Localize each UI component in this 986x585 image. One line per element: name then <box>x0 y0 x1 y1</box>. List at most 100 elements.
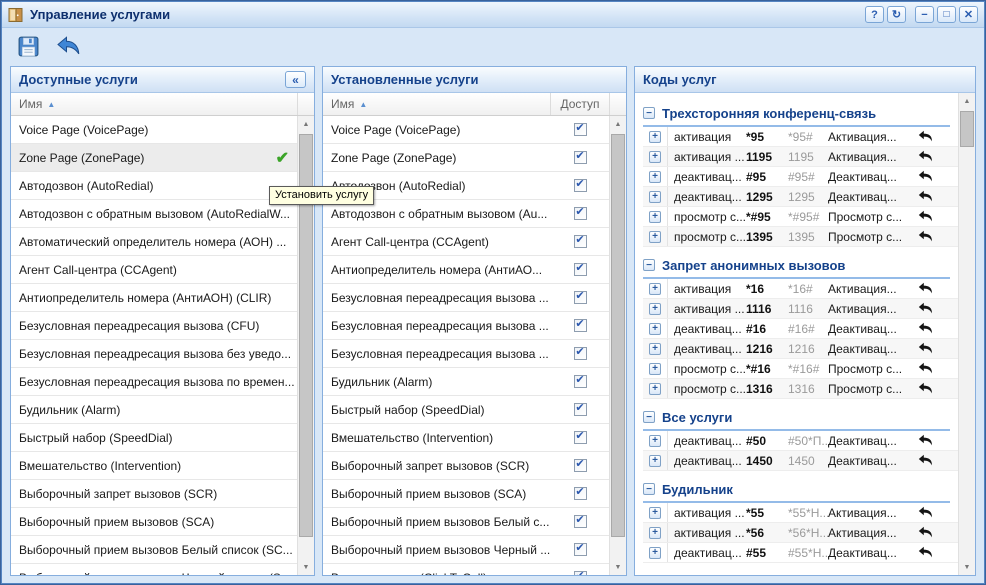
expand-row-icon[interactable]: + <box>649 363 661 375</box>
expand-row-icon[interactable]: + <box>649 231 661 243</box>
collapse-group-icon[interactable]: − <box>643 259 655 271</box>
available-service-row[interactable]: Выборочный запрет вызовов (SCR) <box>11 480 297 508</box>
installed-service-row[interactable]: Безусловная переадресация вызова ...✔ <box>323 340 609 368</box>
undo-code-button[interactable] <box>914 434 938 447</box>
access-checkbox[interactable]: ✔ <box>574 375 587 388</box>
access-checkbox[interactable]: ✔ <box>574 207 587 220</box>
access-checkbox[interactable]: ✔ <box>574 319 587 332</box>
undo-code-button[interactable] <box>914 130 938 143</box>
installed-service-row[interactable]: Zone Page (ZonePage)✔ <box>323 144 609 172</box>
service-code-row[interactable]: +деактивац...#16#16#Деактивац... <box>643 319 958 339</box>
service-code-row[interactable]: +просмотр с...13161316Просмотр с... <box>643 379 958 399</box>
collapse-group-icon[interactable]: − <box>643 483 655 495</box>
expand-row-icon[interactable]: + <box>649 383 661 395</box>
undo-code-button[interactable] <box>914 190 938 203</box>
installed-service-row[interactable]: Быстрый набор (SpeedDial)✔ <box>323 396 609 424</box>
name-column-header[interactable]: Имя ▲ <box>323 93 550 115</box>
scroll-down-button[interactable]: ▼ <box>298 559 314 575</box>
help-button[interactable]: ? <box>865 6 884 23</box>
expand-row-icon[interactable]: + <box>649 455 661 467</box>
scroll-up-button[interactable]: ▲ <box>298 116 314 132</box>
service-code-row[interactable]: +активация ...*56*56*Н...Активация... <box>643 523 958 543</box>
service-group-header[interactable]: −Запрет анонимных вызовов <box>643 253 950 279</box>
service-code-row[interactable]: +деактивац...12951295Деактивац... <box>643 187 958 207</box>
undo-code-button[interactable] <box>914 342 938 355</box>
available-service-row[interactable]: Автодозвон (AutoRedial) <box>11 172 297 200</box>
scroll-thumb[interactable] <box>611 134 625 537</box>
installed-service-row[interactable]: Вмешательство (Intervention)✔ <box>323 424 609 452</box>
undo-code-button[interactable] <box>914 302 938 315</box>
access-checkbox[interactable]: ✔ <box>574 431 587 444</box>
maximize-button[interactable]: □ <box>937 6 956 23</box>
undo-code-button[interactable] <box>914 150 938 163</box>
access-checkbox[interactable]: ✔ <box>574 291 587 304</box>
available-service-row[interactable]: Автоматический определитель номера (АОН)… <box>11 228 297 256</box>
installed-service-row[interactable]: Безусловная переадресация вызова ...✔ <box>323 284 609 312</box>
installed-service-row[interactable]: Voice Page (VoicePage)✔ <box>323 116 609 144</box>
available-service-row[interactable]: Выборочный прием вызовов Белый список (S… <box>11 536 297 564</box>
collapse-group-icon[interactable]: − <box>643 411 655 423</box>
access-checkbox[interactable]: ✔ <box>574 543 587 556</box>
scroll-up-button[interactable]: ▲ <box>959 93 975 109</box>
expand-row-icon[interactable]: + <box>649 303 661 315</box>
access-column-header[interactable]: Доступ <box>550 93 609 115</box>
installed-service-row[interactable]: Безусловная переадресация вызова ...✔ <box>323 312 609 340</box>
service-code-row[interactable]: +деактивац...#50#50*П...Деактивац... <box>643 431 958 451</box>
undo-code-button[interactable] <box>914 362 938 375</box>
installed-service-row[interactable]: Антиопределитель номера (АнтиАО...✔ <box>323 256 609 284</box>
access-checkbox[interactable]: ✔ <box>574 123 587 136</box>
installed-service-row[interactable]: Будильник (Alarm)✔ <box>323 368 609 396</box>
access-checkbox[interactable]: ✔ <box>574 151 587 164</box>
available-service-row[interactable]: Voice Page (VoicePage) <box>11 116 297 144</box>
collapse-panel-button[interactable]: « <box>285 71 306 88</box>
expand-row-icon[interactable]: + <box>649 343 661 355</box>
service-code-row[interactable]: +деактивац...#95#95#Деактивац... <box>643 167 958 187</box>
available-service-row[interactable]: Выборочный прием вызовов (SCA) <box>11 508 297 536</box>
undo-code-button[interactable] <box>914 230 938 243</box>
undo-code-button[interactable] <box>914 282 938 295</box>
service-group-header[interactable]: −Все услуги <box>643 405 950 431</box>
expand-row-icon[interactable]: + <box>649 171 661 183</box>
scroll-up-button[interactable]: ▲ <box>610 116 626 132</box>
available-service-row[interactable]: Агент Call-центра (CCAgent) <box>11 256 297 284</box>
installed-service-row[interactable]: Выборочный запрет вызовов (SCR)✔ <box>323 452 609 480</box>
expand-row-icon[interactable]: + <box>649 131 661 143</box>
available-service-row[interactable]: Будильник (Alarm) <box>11 396 297 424</box>
undo-code-button[interactable] <box>914 322 938 335</box>
available-service-row[interactable]: Вмешательство (Intervention) <box>11 452 297 480</box>
expand-row-icon[interactable]: + <box>649 283 661 295</box>
service-code-row[interactable]: +деактивац...12161216Деактивац... <box>643 339 958 359</box>
access-checkbox[interactable]: ✔ <box>574 235 587 248</box>
expand-row-icon[interactable]: + <box>649 435 661 447</box>
available-service-row[interactable]: Выборочный прием вызовов Черный список (… <box>11 564 297 575</box>
undo-code-button[interactable] <box>914 526 938 539</box>
undo-button[interactable] <box>54 34 82 60</box>
service-code-row[interactable]: +просмотр с...13951395Просмотр с... <box>643 227 958 247</box>
installed-service-row[interactable]: Выборочный прием вызовов (SCA)✔ <box>323 480 609 508</box>
service-code-row[interactable]: +просмотр с...*#95*#95#Просмотр с... <box>643 207 958 227</box>
expand-row-icon[interactable]: + <box>649 323 661 335</box>
name-column-header[interactable]: Имя ▲ <box>11 93 297 115</box>
installed-service-row[interactable]: Выборочный прием вызовов Черный ...✔ <box>323 536 609 564</box>
codes-vertical-scrollbar[interactable]: ▲ ▼ <box>958 93 975 575</box>
service-code-row[interactable]: +активация*95*95#Активация... <box>643 127 958 147</box>
available-service-row[interactable]: Безусловная переадресация вызова (CFU) <box>11 312 297 340</box>
minimize-button[interactable]: − <box>915 6 934 23</box>
undo-code-button[interactable] <box>914 210 938 223</box>
expand-row-icon[interactable]: + <box>649 547 661 559</box>
available-service-row[interactable]: Zone Page (ZonePage)✔ <box>11 144 297 172</box>
undo-code-button[interactable] <box>914 382 938 395</box>
undo-code-button[interactable] <box>914 454 938 467</box>
expand-row-icon[interactable]: + <box>649 191 661 203</box>
expand-row-icon[interactable]: + <box>649 151 661 163</box>
service-group-header[interactable]: −Трехсторонняя конференц-связь <box>643 101 950 127</box>
service-code-row[interactable]: +активация ...11951195Активация... <box>643 147 958 167</box>
service-code-row[interactable]: +деактивац...#55#55*Н...Деактивац... <box>643 543 958 563</box>
access-checkbox[interactable]: ✔ <box>574 571 587 575</box>
scroll-down-button[interactable]: ▼ <box>610 559 626 575</box>
undo-code-button[interactable] <box>914 170 938 183</box>
available-service-row[interactable]: Автодозвон с обратным вызовом (AutoRedia… <box>11 200 297 228</box>
access-checkbox[interactable]: ✔ <box>574 179 587 192</box>
access-checkbox[interactable]: ✔ <box>574 487 587 500</box>
access-checkbox[interactable]: ✔ <box>574 515 587 528</box>
